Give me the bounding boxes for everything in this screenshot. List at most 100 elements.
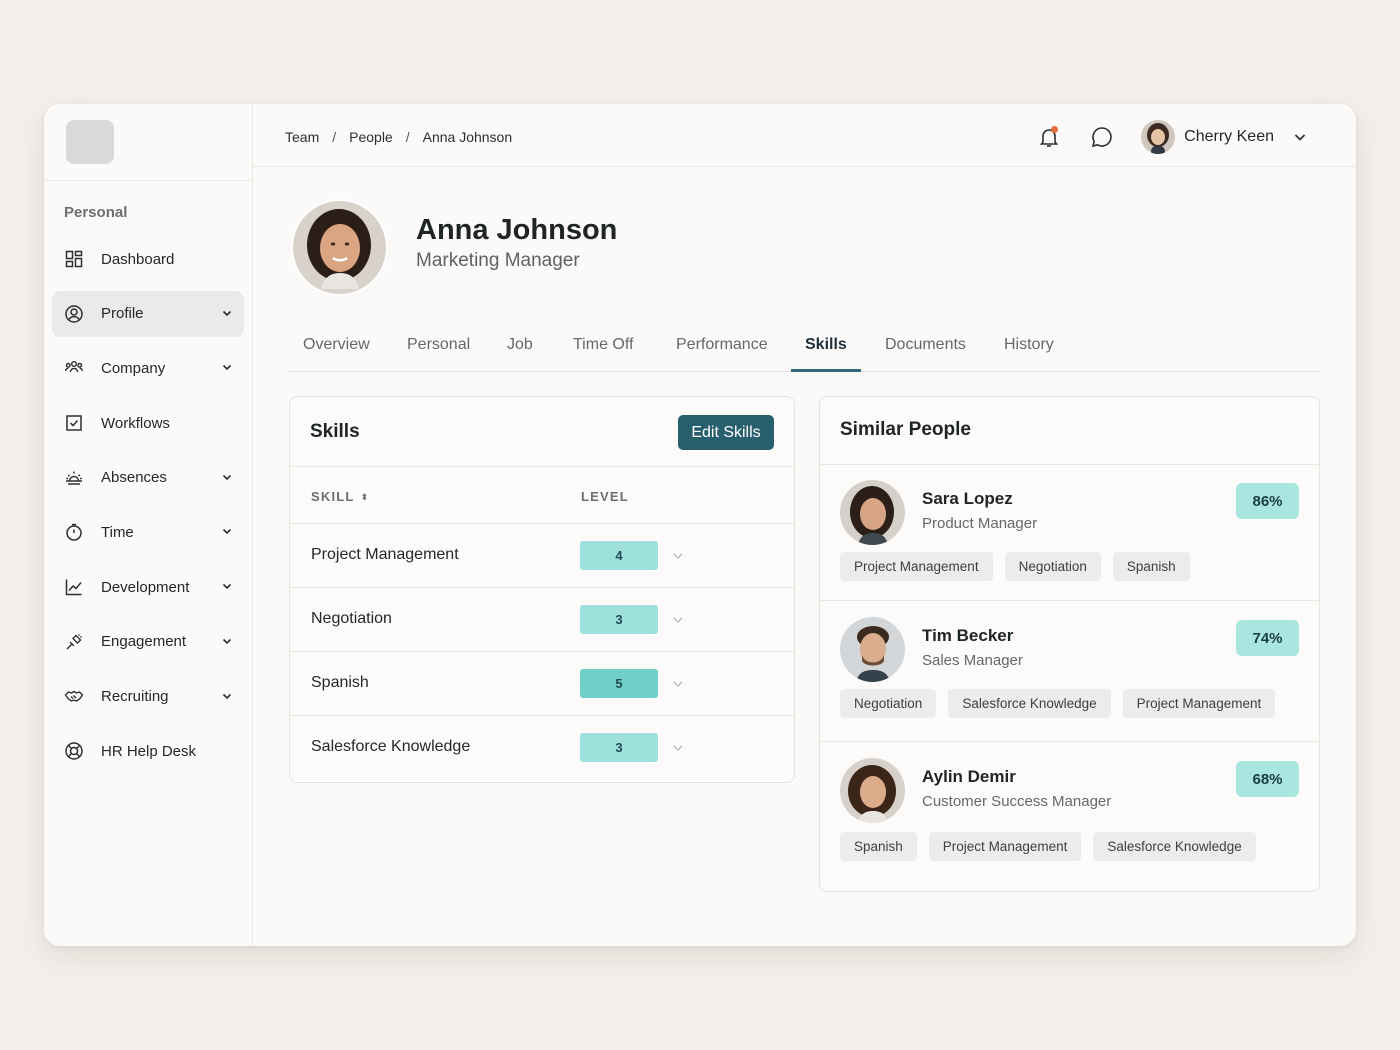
table-row: Spanish 5 (290, 651, 794, 715)
divider (290, 466, 794, 467)
app-window: Personal Dashboard Profile Company Workf… (44, 104, 1356, 946)
messages-button[interactable] (1088, 123, 1116, 151)
sidebar-item-company[interactable]: Company (52, 345, 244, 391)
tab-performance[interactable]: Performance (662, 336, 782, 372)
chevron-down-icon[interactable] (671, 741, 685, 755)
person-role: Sales Manager (922, 652, 1023, 669)
skill-column-header[interactable]: SKILL ⬍ (311, 489, 369, 504)
list-item[interactable]: Sara Lopez Product Manager 86% Project M… (820, 464, 1319, 600)
chevron-down-icon[interactable] (220, 579, 234, 593)
profile-avatar (293, 201, 386, 294)
skill-chip: Negotiation (840, 689, 937, 718)
logo-placeholder[interactable] (66, 120, 114, 164)
table-row: Salesforce Knowledge 3 (290, 715, 794, 779)
skill-chip: Negotiation (1004, 552, 1101, 581)
notifications-button[interactable] (1035, 123, 1063, 151)
sidebar-item-label: Profile (101, 305, 144, 323)
list-item[interactable]: Aylin Demir Customer Success Manager 68%… (820, 742, 1319, 892)
sidebar-item-development[interactable]: Development (52, 564, 244, 610)
sidebar-item-label: Engagement (101, 633, 187, 651)
profile-job-title: Marketing Manager (416, 250, 580, 271)
person-name: Sara Lopez (922, 489, 1013, 508)
sidebar-nav: Dashboard Profile Company Workflows Abse… (52, 236, 244, 783)
skill-column-label: SKILL (311, 489, 355, 504)
tab-documents[interactable]: Documents (871, 336, 980, 372)
sidebar-item-label: Recruiting (101, 688, 169, 705)
sidebar-item-label: Dashboard (101, 250, 175, 268)
top-bar: Team / People / Anna Johnson Cherry Keen (253, 104, 1356, 167)
skill-chip: Salesforce Knowledge (948, 689, 1111, 718)
chevron-down-icon[interactable] (671, 549, 685, 563)
tab-history[interactable]: History (990, 336, 1068, 372)
avatar (840, 617, 905, 682)
breadcrumb-team[interactable]: Team (285, 129, 319, 145)
skill-chip: Project Management (1122, 689, 1276, 718)
skills-card-title: Skills (310, 421, 360, 442)
time-icon (64, 522, 84, 542)
sidebar-item-dashboard[interactable]: Dashboard (52, 236, 244, 282)
tab-personal[interactable]: Personal (393, 336, 484, 372)
tab-skills[interactable]: Skills (791, 336, 861, 372)
sidebar-item-label: Development (101, 578, 190, 596)
sidebar-item-label: Time (101, 523, 134, 541)
chevron-down-icon[interactable] (220, 470, 234, 484)
person-name: Aylin Demir (922, 767, 1016, 786)
sidebar-divider (44, 180, 253, 181)
avatar (840, 480, 905, 545)
recruiting-icon (64, 687, 84, 707)
skill-chips: Spanish Project Management Salesforce Kn… (840, 832, 1256, 861)
sidebar-section-label: Personal (64, 204, 128, 221)
tab-time-off[interactable]: Time Off (559, 336, 647, 372)
sidebar-item-engagement[interactable]: Engagement (52, 619, 244, 665)
tab-job[interactable]: Job (493, 336, 547, 372)
list-item[interactable]: Tim Becker Sales Manager 74% Negotiation… (820, 601, 1319, 741)
level-pill[interactable]: 3 (580, 605, 658, 634)
sidebar-item-workflows[interactable]: Workflows (52, 400, 244, 446)
match-badge: 74% (1236, 620, 1299, 656)
breadcrumb-current: Anna Johnson (422, 129, 513, 145)
chevron-down-icon[interactable] (671, 677, 685, 691)
profile-tabs: Overview Personal Job Time Off Performan… (289, 326, 1320, 372)
level-pill[interactable]: 5 (580, 669, 658, 698)
chevron-down-icon[interactable] (220, 634, 234, 648)
breadcrumb-separator: / (405, 129, 410, 145)
sidebar: Personal Dashboard Profile Company Workf… (44, 104, 253, 946)
sidebar-item-hr-help-desk[interactable]: HR Help Desk (52, 728, 244, 774)
skill-name: Project Management (311, 546, 459, 563)
sidebar-item-time[interactable]: Time (52, 509, 244, 555)
skill-chip: Salesforce Knowledge (1093, 832, 1256, 861)
skill-chip: Project Management (840, 552, 993, 581)
user-avatar[interactable] (1141, 120, 1176, 154)
absences-icon (64, 468, 84, 488)
chevron-down-icon[interactable] (220, 689, 234, 703)
sidebar-item-label: HR Help Desk (101, 742, 197, 760)
user-name[interactable]: Cherry Keen (1184, 128, 1274, 146)
workflows-icon (64, 413, 84, 433)
sort-icon[interactable]: ⬍ (361, 492, 370, 503)
skill-chips: Project Management Negotiation Spanish (840, 552, 1190, 581)
skill-name: Salesforce Knowledge (311, 738, 471, 755)
level-pill[interactable]: 3 (580, 733, 658, 762)
development-icon (64, 577, 84, 597)
skill-chips: Negotiation Salesforce Knowledge Project… (840, 689, 1276, 718)
person-name: Tim Becker (922, 626, 1014, 645)
sidebar-item-label: Company (101, 359, 166, 377)
sidebar-item-absences[interactable]: Absences (52, 455, 244, 501)
level-pill[interactable]: 4 (580, 541, 658, 570)
chevron-down-icon[interactable] (220, 360, 234, 374)
match-badge: 68% (1236, 761, 1299, 797)
sidebar-item-profile[interactable]: Profile (52, 290, 244, 337)
chevron-down-icon[interactable] (220, 524, 234, 538)
table-row: Negotiation 3 (290, 587, 794, 651)
skill-name: Spanish (311, 674, 369, 691)
breadcrumb-people[interactable]: People (349, 129, 393, 145)
chevron-down-icon[interactable] (220, 306, 234, 320)
sidebar-item-recruiting[interactable]: Recruiting (52, 674, 244, 720)
profile-name: Anna Johnson (416, 214, 618, 246)
edit-skills-button[interactable]: Edit Skills (678, 415, 774, 450)
skills-card: Skills Edit Skills SKILL ⬍ LEVEL Project … (289, 396, 795, 783)
tab-overview[interactable]: Overview (289, 336, 384, 372)
chevron-down-icon[interactable] (1292, 129, 1308, 145)
sidebar-item-label: Workflows (101, 414, 170, 432)
chevron-down-icon[interactable] (671, 613, 685, 627)
